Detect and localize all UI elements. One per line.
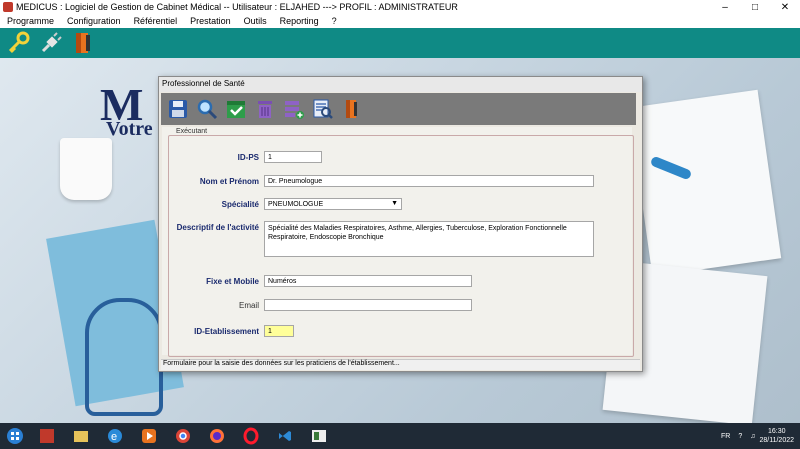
email-label: Email — [238, 301, 259, 310]
professional-dialog: Professionnel de Santé Exécutant ID-PS 1… — [158, 76, 643, 372]
start-button[interactable] — [0, 423, 30, 449]
descriptif-textarea[interactable]: Spécialité des Maladies Respiratoires, A… — [264, 221, 594, 257]
main-toolbar — [0, 28, 800, 58]
window-titlebar: MEDICUS : Logiciel de Gestion de Cabinet… — [0, 0, 800, 14]
descriptif-label: Descriptif de l'activité — [176, 223, 259, 232]
key-icon[interactable] — [6, 30, 32, 56]
id-etab-input[interactable]: 1 — [264, 325, 294, 337]
clock[interactable]: 16:30 28/11/2022 — [759, 427, 794, 445]
chevron-down-icon[interactable]: ▼ — [391, 200, 398, 207]
dialog-toolbar — [161, 93, 636, 125]
plug-icon[interactable] — [38, 30, 64, 56]
dialog-statusbar: Formulaire pour la saisie des données su… — [161, 359, 640, 370]
taskbar: e FR ? ♫ 16:30 28/11/2022 — [0, 423, 800, 449]
background-paper — [628, 89, 782, 277]
help-icon[interactable]: ? — [738, 433, 742, 440]
nom-label: Nom et Prénom — [199, 177, 259, 186]
telephone-input[interactable]: Numéros — [264, 275, 472, 287]
system-tray: FR ? ♫ 16:30 28/11/2022 — [717, 427, 800, 445]
minimize-icon[interactable]: – — [710, 2, 740, 13]
close-icon[interactable]: ✕ — [770, 2, 800, 13]
exit-door-icon[interactable] — [340, 97, 364, 121]
svg-text:e: e — [111, 431, 117, 443]
taskbar-app-icon[interactable] — [302, 424, 336, 448]
taskbar-opera-icon[interactable] — [234, 424, 268, 448]
search-icon[interactable] — [195, 97, 219, 121]
validate-icon[interactable] — [224, 97, 248, 121]
view-list-icon[interactable] — [311, 97, 335, 121]
taskbar-ie-icon[interactable]: e — [98, 424, 132, 448]
specialite-select[interactable]: PNEUMOLOGUE ▼ — [264, 198, 402, 210]
section-label: Exécutant — [174, 128, 210, 135]
specialite-label: Spécialité — [221, 200, 259, 209]
clock-date: 28/11/2022 — [759, 437, 794, 444]
background-pen-cup — [60, 138, 112, 200]
add-list-icon[interactable] — [282, 97, 306, 121]
background-logo-subtitle: Votre — [106, 118, 153, 140]
form-panel: Exécutant ID-PS 1 Nom et Prénom Dr. Pneu… — [162, 127, 634, 357]
app-icon — [3, 2, 13, 12]
specialite-value: PNEUMOLOGUE — [268, 200, 324, 208]
taskbar-firefox-icon[interactable] — [200, 424, 234, 448]
taskbar-medicus-icon[interactable] — [30, 424, 64, 448]
volume-icon[interactable]: ♫ — [750, 433, 755, 440]
exit-door-icon[interactable] — [70, 30, 96, 56]
tray-language[interactable]: FR — [721, 433, 730, 440]
menu-prestation[interactable]: Prestation — [183, 16, 237, 26]
clock-time: 16:30 — [767, 428, 786, 435]
taskbar-explorer-icon[interactable] — [64, 424, 98, 448]
save-icon[interactable] — [166, 97, 190, 121]
menu-configuration[interactable]: Configuration — [60, 16, 127, 26]
taskbar-chrome-icon[interactable] — [166, 424, 200, 448]
id-ps-input[interactable]: 1 — [264, 151, 322, 163]
telephone-label: Fixe et Mobile — [206, 277, 259, 286]
menu-referentiel[interactable]: Référentiel — [127, 16, 184, 26]
menu-reporting[interactable]: Reporting — [273, 16, 325, 26]
menu-bar: Programme Configuration Référentiel Pres… — [0, 14, 800, 28]
menu-programme[interactable]: Programme — [0, 16, 60, 26]
menu-outils[interactable]: Outils — [237, 16, 273, 26]
window-title: MEDICUS : Logiciel de Gestion de Cabinet… — [16, 2, 458, 12]
dialog-title: Professionnel de Santé — [159, 77, 642, 92]
taskbar-media-icon[interactable] — [132, 424, 166, 448]
email-input[interactable] — [264, 299, 472, 311]
nom-input[interactable]: Dr. Pneumologue — [264, 175, 594, 187]
maximize-icon[interactable]: □ — [740, 2, 770, 13]
background-stethoscope — [85, 298, 163, 416]
id-ps-label: ID-PS — [237, 153, 259, 162]
delete-icon[interactable] — [253, 97, 277, 121]
id-etab-label: ID-Etablissement — [194, 327, 259, 336]
taskbar-vscode-icon[interactable] — [268, 424, 302, 448]
menu-help[interactable]: ? — [325, 16, 343, 26]
